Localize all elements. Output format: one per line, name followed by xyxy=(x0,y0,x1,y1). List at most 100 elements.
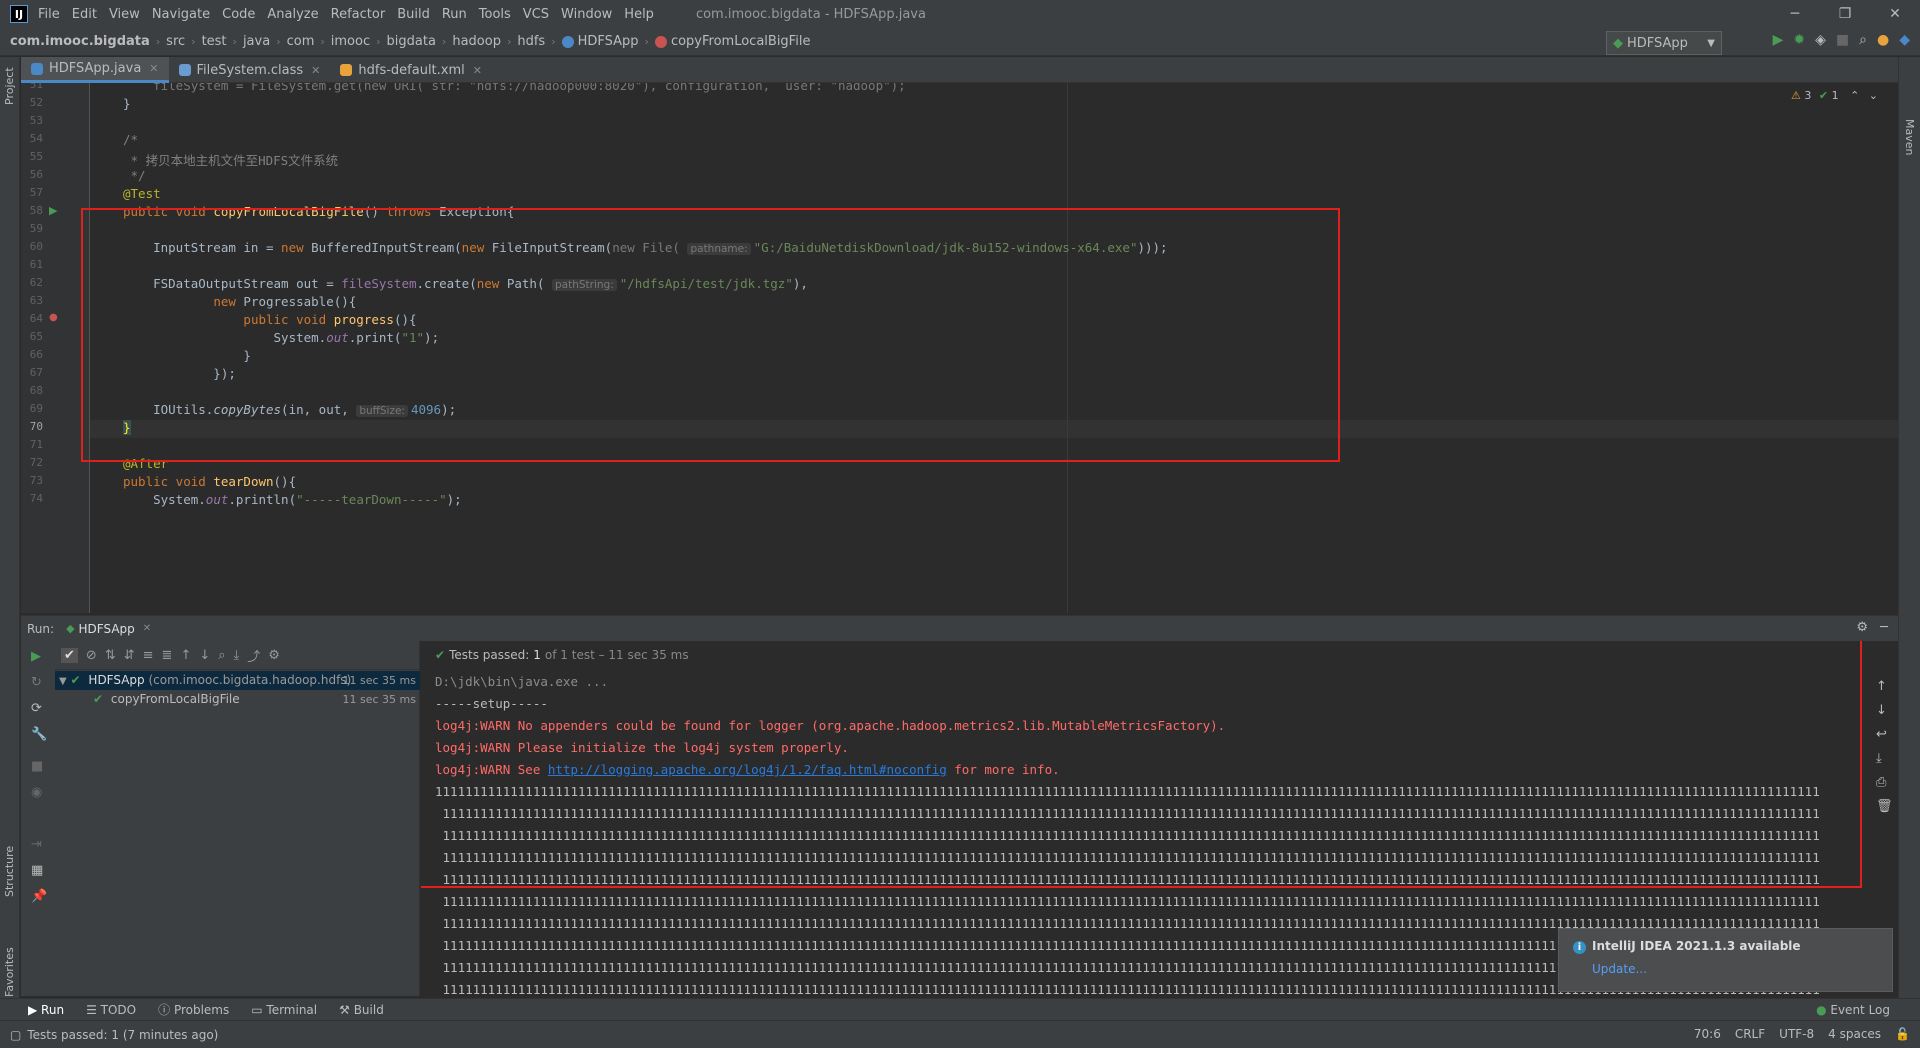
indent-setting[interactable]: 4 spaces xyxy=(1828,1027,1881,1041)
hide-icon[interactable]: ─ xyxy=(1880,620,1888,635)
export-icon[interactable]: ⤴ xyxy=(247,646,260,665)
search-icon[interactable]: ⌕ xyxy=(218,648,225,663)
breadcrumb-bigdata[interactable]: bigdata xyxy=(387,34,436,49)
gear-icon[interactable]: ⚙ xyxy=(268,648,280,663)
tab-hdfsapp-java[interactable]: HDFSApp.java ✕ xyxy=(21,57,169,83)
trash-icon[interactable]: 🗑 xyxy=(1876,799,1893,814)
layout-icon[interactable]: ▦ xyxy=(31,863,43,878)
show-ignored-icon[interactable]: ⊘ xyxy=(86,648,97,663)
code-line-56: */ xyxy=(123,168,146,183)
file-encoding[interactable]: UTF-8 xyxy=(1779,1027,1814,1041)
close-icon[interactable]: ✕ xyxy=(311,64,320,77)
run-test-gutter-icon[interactable]: ▶ xyxy=(49,204,57,217)
breadcrumb-com[interactable]: com xyxy=(287,34,315,49)
expand-all-icon[interactable]: ≡ xyxy=(143,648,154,663)
override-gutter-icon[interactable]: ● xyxy=(49,312,58,323)
rerun-icon[interactable]: ▶ xyxy=(31,649,41,664)
scroll-up-icon[interactable]: ↑ xyxy=(1876,679,1887,694)
rerun-failed-icon[interactable]: ↻ xyxy=(31,675,42,690)
camera-icon[interactable]: ◉ xyxy=(31,785,42,800)
prev-test-icon[interactable]: ↑ xyxy=(180,648,191,663)
show-passed-icon[interactable]: ✔ xyxy=(61,647,78,663)
close-icon[interactable]: ✕ xyxy=(143,623,151,634)
run-icon[interactable]: ▶ xyxy=(1773,32,1784,48)
sort-alpha-icon[interactable]: ⇅ xyxy=(105,648,116,663)
wrench-icon[interactable]: 🔧 xyxy=(31,727,47,742)
breadcrumb-hadoop[interactable]: hadoop xyxy=(452,34,501,49)
inspection-widget[interactable]: ⚠ 3 ✔ 1 ⌃ ⌄ xyxy=(1791,89,1878,102)
menu-view[interactable]: View xyxy=(109,7,140,22)
stop-icon[interactable]: ■ xyxy=(31,759,43,774)
collapse-all-icon[interactable]: ≣ xyxy=(162,648,173,663)
test-results-tree: ✔ ⊘ ⇅ ⇵ ≡ ≣ ↑ ↓ ⌕ ⤓ ⤴ ⚙ ▼ ✔ HDFSApp (com… xyxy=(55,641,420,996)
code-editor[interactable]: 51 52 53 54 55 56 57 58 59 60 61 62 63 6… xyxy=(21,83,1898,613)
menu-analyze[interactable]: Analyze xyxy=(267,7,318,22)
sort-duration-icon[interactable]: ⇵ xyxy=(124,648,135,663)
debug-icon[interactable]: ✹ xyxy=(1793,32,1805,48)
toggle-auto-test-icon[interactable]: ⟳ xyxy=(31,701,42,716)
structure-tool-button[interactable]: Structure xyxy=(3,846,16,897)
restore-icon[interactable]: ❐ xyxy=(1820,0,1870,28)
menu-run[interactable]: Run xyxy=(442,7,467,22)
next-test-icon[interactable]: ↓ xyxy=(199,648,210,663)
stop-icon[interactable]: ■ xyxy=(1836,32,1849,48)
tool-tab-terminal[interactable]: ▭ Terminal xyxy=(251,1003,317,1017)
menu-code[interactable]: Code xyxy=(222,7,255,22)
toolbox-icon[interactable]: ◆ xyxy=(1899,32,1910,48)
exit-icon[interactable]: ⇥ xyxy=(31,837,42,852)
lock-icon[interactable]: 🔓 xyxy=(1895,1027,1910,1041)
tool-tab-problems[interactable]: ⓘ Problems xyxy=(158,1001,229,1018)
tab-hdfs-default-xml[interactable]: hdfs-default.xml ✕ xyxy=(330,57,492,83)
test-row-class[interactable]: ▼ ✔ HDFSApp (com.imooc.bigdata.hadoop.hd… xyxy=(55,671,420,690)
menu-tools[interactable]: Tools xyxy=(479,7,511,22)
menu-navigate[interactable]: Navigate xyxy=(152,7,210,22)
coverage-icon[interactable]: ◈ xyxy=(1815,32,1826,48)
update-link[interactable]: Update... xyxy=(1592,962,1878,976)
breadcrumb-hdfs[interactable]: hdfs xyxy=(517,34,545,49)
search-icon[interactable]: ⌕ xyxy=(1859,32,1867,48)
menu-file[interactable]: File xyxy=(38,7,60,22)
breadcrumb-src[interactable]: src xyxy=(166,34,185,49)
scroll-to-end-icon[interactable]: ⤓ xyxy=(1876,751,1882,766)
gear-icon[interactable]: ⚙ xyxy=(1856,620,1868,635)
breadcrumb-imooc[interactable]: imooc xyxy=(331,34,370,49)
soft-wrap-icon[interactable]: ↩ xyxy=(1876,727,1887,742)
project-tool-button[interactable]: Project xyxy=(3,67,16,105)
tool-tab-run[interactable]: ▶ Run xyxy=(28,1003,64,1017)
import-icon[interactable]: ⤓ xyxy=(234,648,240,663)
menu-build[interactable]: Build xyxy=(397,7,430,22)
tab-filesystem-class[interactable]: FileSystem.class ✕ xyxy=(169,57,331,83)
breadcrumb-java[interactable]: java xyxy=(243,34,270,49)
chevron-up-icon[interactable]: ⌃ xyxy=(1850,89,1859,102)
run-config-selector[interactable]: ◆ HDFSApp ▼ xyxy=(1606,31,1722,55)
tool-tab-build[interactable]: ⚒ Build xyxy=(339,1003,384,1017)
chevron-down-icon[interactable]: ⌄ xyxy=(1869,89,1878,102)
event-log-button[interactable]: ● Event Log xyxy=(1816,1003,1890,1017)
pin-icon[interactable]: 📌 xyxy=(31,889,47,904)
run-panel-label: Run: xyxy=(27,621,55,636)
run-tab-hdfsapp[interactable]: HDFSApp xyxy=(79,622,135,636)
menu-help[interactable]: Help xyxy=(624,7,654,22)
close-icon[interactable]: ✕ xyxy=(473,64,482,77)
scroll-down-icon[interactable]: ↓ xyxy=(1876,703,1887,718)
update-icon[interactable]: ● xyxy=(1877,32,1889,48)
menu-edit[interactable]: Edit xyxy=(72,7,97,22)
test-row-method[interactable]: ✔ copyFromLocalBigFile 11 sec 35 ms xyxy=(93,690,420,709)
caret-position[interactable]: 70:6 xyxy=(1694,1027,1721,1041)
status-toggle-icon[interactable]: ▢ xyxy=(10,1028,21,1042)
breadcrumb-class[interactable]: HDFSApp xyxy=(578,34,639,49)
close-icon[interactable]: ✕ xyxy=(149,62,158,75)
menu-window[interactable]: Window xyxy=(561,7,612,22)
favorites-tool-button[interactable]: Favorites xyxy=(3,947,16,997)
breadcrumb-project[interactable]: com.imooc.bigdata xyxy=(10,34,150,49)
print-icon[interactable]: ⎙ xyxy=(1876,775,1886,790)
tool-tab-todo[interactable]: ☰ TODO xyxy=(86,1003,136,1017)
maven-tool-button[interactable]: Maven xyxy=(1903,119,1916,155)
minimize-icon[interactable]: ─ xyxy=(1770,0,1820,28)
line-separator[interactable]: CRLF xyxy=(1735,1027,1765,1041)
breadcrumb-test[interactable]: test xyxy=(202,34,227,49)
menu-refactor[interactable]: Refactor xyxy=(331,7,386,22)
breadcrumb-method[interactable]: copyFromLocalBigFile xyxy=(671,34,810,49)
menu-vcs[interactable]: VCS xyxy=(523,7,549,22)
close-icon[interactable]: ✕ xyxy=(1870,0,1920,28)
